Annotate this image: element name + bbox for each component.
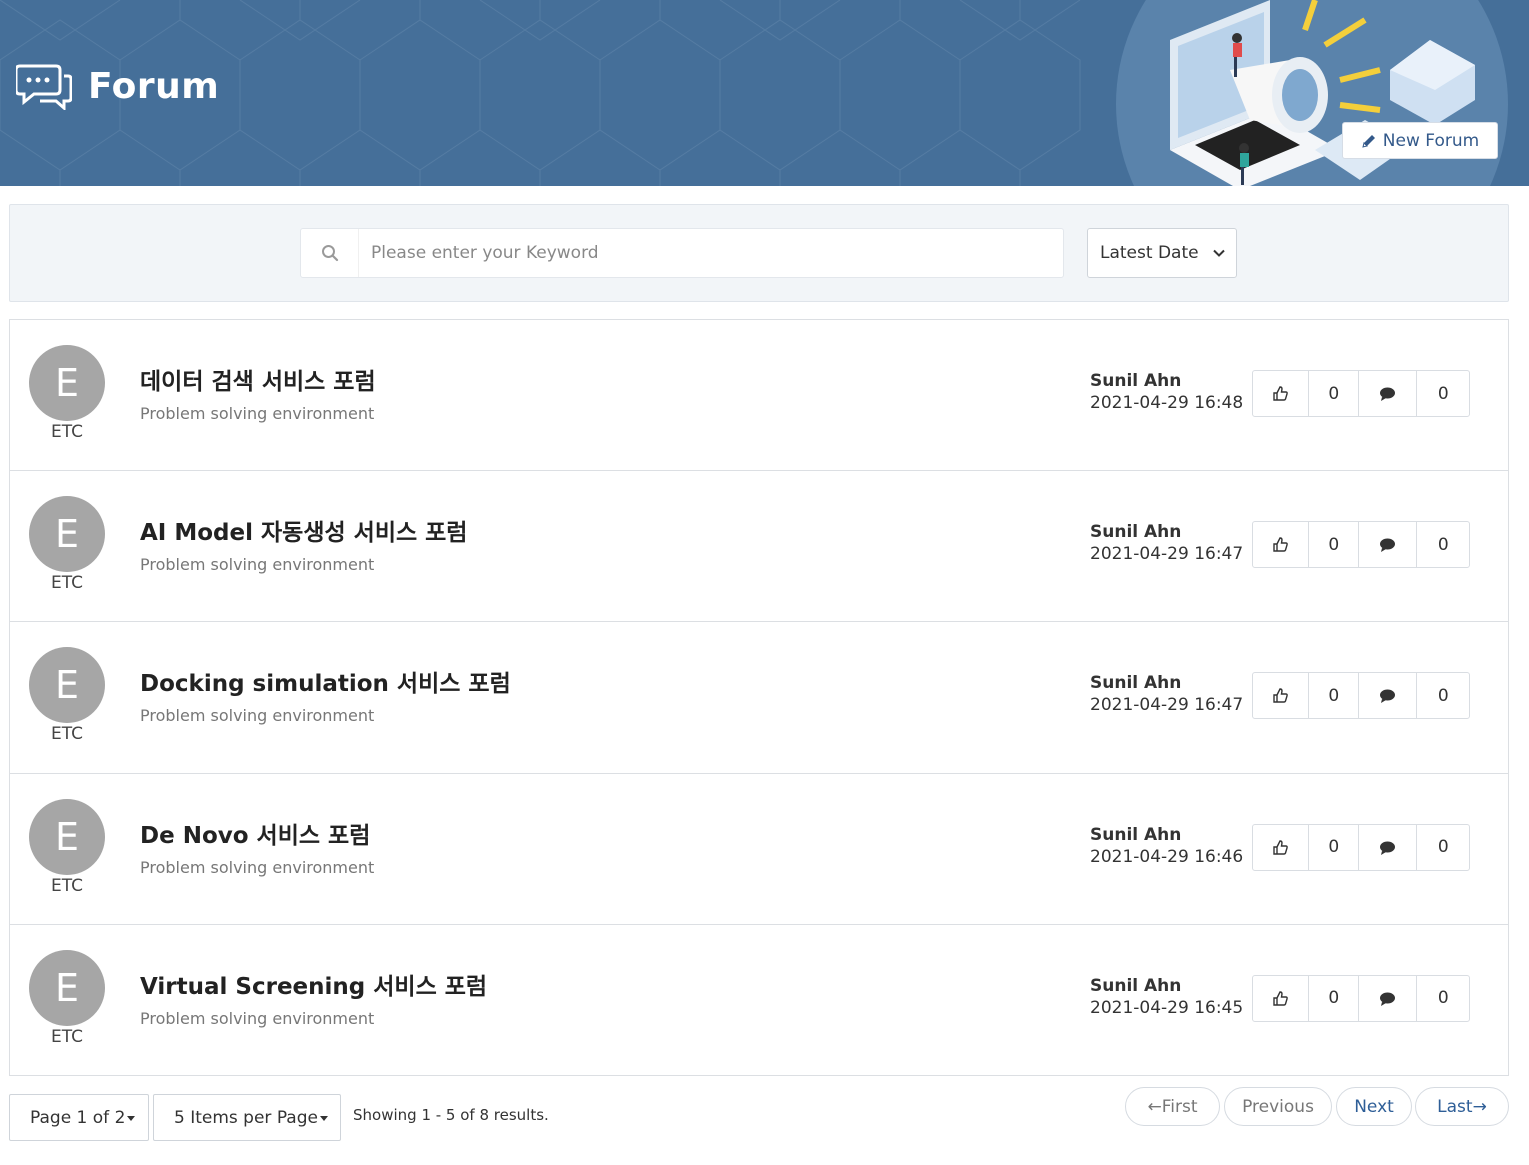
chevron-down-icon [1213, 249, 1225, 257]
items-per-page-dropdown[interactable]: 5 Items per Page [153, 1094, 341, 1141]
like-button[interactable] [1253, 975, 1310, 1021]
category-label: ETC [51, 875, 83, 896]
forum-subtitle: Problem solving environment [140, 857, 375, 877]
like-count: 0 [1309, 371, 1360, 416]
author-name: Sunil Ahn [1090, 522, 1182, 543]
like-count: 0 [1309, 522, 1360, 568]
avatar: E [29, 496, 105, 573]
stats-group: 0 0 [1252, 521, 1470, 569]
page-title: Forum [88, 65, 220, 107]
sort-selected-value: Latest Date [1100, 243, 1199, 263]
forum-title-link[interactable]: Docking simulation 서비스 포럼 [140, 664, 511, 698]
caret-down-icon [127, 1116, 136, 1121]
caret-down-icon [319, 1116, 328, 1121]
thumbs-up-icon [1273, 991, 1289, 1006]
search-box [300, 228, 1064, 278]
like-button[interactable] [1253, 522, 1310, 568]
first-page-button[interactable]: ←First [1125, 1087, 1220, 1126]
comment-button[interactable] [1359, 673, 1418, 719]
like-count: 0 [1309, 673, 1360, 719]
avatar: E [29, 949, 105, 1026]
comment-button[interactable] [1359, 371, 1418, 416]
thumbs-up-icon [1273, 839, 1289, 855]
results-summary: Showing 1 - 5 of 8 results. [353, 1106, 549, 1124]
forum-title-link[interactable]: Virtual Screening 서비스 포럼 [140, 967, 487, 1001]
post-date: 2021-04-29 16:47 [1090, 544, 1244, 565]
sort-select[interactable]: Latest Date [1087, 228, 1237, 278]
like-button[interactable] [1253, 824, 1310, 870]
stats-group: 0 0 [1252, 823, 1470, 871]
stats-group: 0 0 [1252, 672, 1470, 720]
comment-button[interactable] [1359, 522, 1418, 568]
search-panel: Latest Date [9, 204, 1509, 302]
forum-row: E ETC De Novo 서비스 포럼 Problem solving env… [10, 774, 1508, 925]
author-name: Sunil Ahn [1090, 824, 1182, 845]
forum-row: E ETC Virtual Screening 서비스 포럼 Problem s… [10, 925, 1508, 1076]
forum-row: E ETC AI Model 자동생성 서비스 포럼 Problem solvi… [10, 471, 1508, 623]
category-label: ETC [51, 573, 83, 594]
forum-row: E ETC Docking simulation 서비스 포럼 Problem … [10, 622, 1508, 774]
comment-button[interactable] [1359, 824, 1418, 870]
page-title-group: Forum [16, 62, 219, 110]
pencil-icon [1362, 134, 1375, 148]
stats-group: 0 0 [1252, 370, 1470, 417]
avatar: E [29, 798, 105, 875]
comment-count: 0 [1437, 685, 1449, 706]
thumbs-up-icon [1273, 386, 1289, 401]
comment-count: 0 [1437, 383, 1449, 404]
comment-button[interactable] [1359, 975, 1418, 1021]
search-icon[interactable] [301, 229, 359, 277]
comment-icon [1380, 992, 1396, 1006]
last-page-button[interactable]: Last→ [1415, 1087, 1509, 1126]
author-name: Sunil Ahn [1090, 371, 1182, 391]
comment-count: 0 [1437, 837, 1449, 858]
stats-group: 0 0 [1252, 974, 1470, 1022]
forum-title-link[interactable]: AI Model 자동생성 서비스 포럼 [140, 513, 467, 547]
previous-page-button[interactable]: Previous [1224, 1087, 1332, 1126]
comment-icon [1380, 538, 1396, 553]
search-input[interactable] [359, 229, 1063, 277]
comment-icon [1380, 689, 1396, 704]
forum-chat-icon [16, 64, 72, 110]
items-per-page-label: 5 Items per Page [174, 1107, 318, 1128]
page-label: Page 1 of 2 [30, 1107, 126, 1128]
post-date: 2021-04-29 16:48 [1090, 393, 1244, 413]
next-page-button[interactable]: Next [1336, 1087, 1412, 1126]
forum-row: E ETC 데이터 검색 서비스 포럼 Problem solving envi… [10, 320, 1508, 472]
like-count: 0 [1309, 975, 1360, 1021]
forum-title-link[interactable]: 데이터 검색 서비스 포럼 [140, 362, 376, 396]
post-date: 2021-04-29 16:47 [1090, 695, 1244, 716]
thumbs-up-icon [1273, 688, 1289, 704]
forum-subtitle: Problem solving environment [140, 555, 375, 575]
like-button[interactable] [1253, 673, 1310, 719]
comment-count: 0 [1437, 988, 1449, 1009]
forum-subtitle: Problem solving environment [140, 404, 375, 423]
forum-subtitle: Problem solving environment [140, 706, 375, 726]
avatar: E [29, 647, 105, 724]
forum-subtitle: Problem solving environment [140, 1008, 375, 1028]
new-forum-label: New Forum [1382, 130, 1480, 151]
category-label: ETC [51, 422, 83, 442]
page-select-dropdown[interactable]: Page 1 of 2 [9, 1094, 149, 1141]
category-label: ETC [51, 1026, 83, 1047]
post-date: 2021-04-29 16:45 [1090, 997, 1244, 1018]
forum-banner: Forum New Forum [0, 0, 1529, 186]
thumbs-up-icon [1273, 537, 1289, 552]
forum-title-link[interactable]: De Novo 서비스 포럼 [140, 816, 370, 850]
comment-icon [1380, 841, 1396, 855]
author-name: Sunil Ahn [1090, 975, 1182, 996]
avatar: E [29, 345, 105, 421]
author-name: Sunil Ahn [1090, 673, 1182, 694]
comment-count: 0 [1437, 534, 1449, 555]
new-forum-button[interactable]: New Forum [1342, 122, 1498, 159]
comment-icon [1380, 387, 1396, 401]
like-button[interactable] [1253, 371, 1310, 416]
category-label: ETC [51, 724, 83, 745]
like-count: 0 [1309, 824, 1360, 870]
post-date: 2021-04-29 16:46 [1090, 846, 1244, 867]
forum-list: E ETC 데이터 검색 서비스 포럼 Problem solving envi… [9, 319, 1509, 1076]
